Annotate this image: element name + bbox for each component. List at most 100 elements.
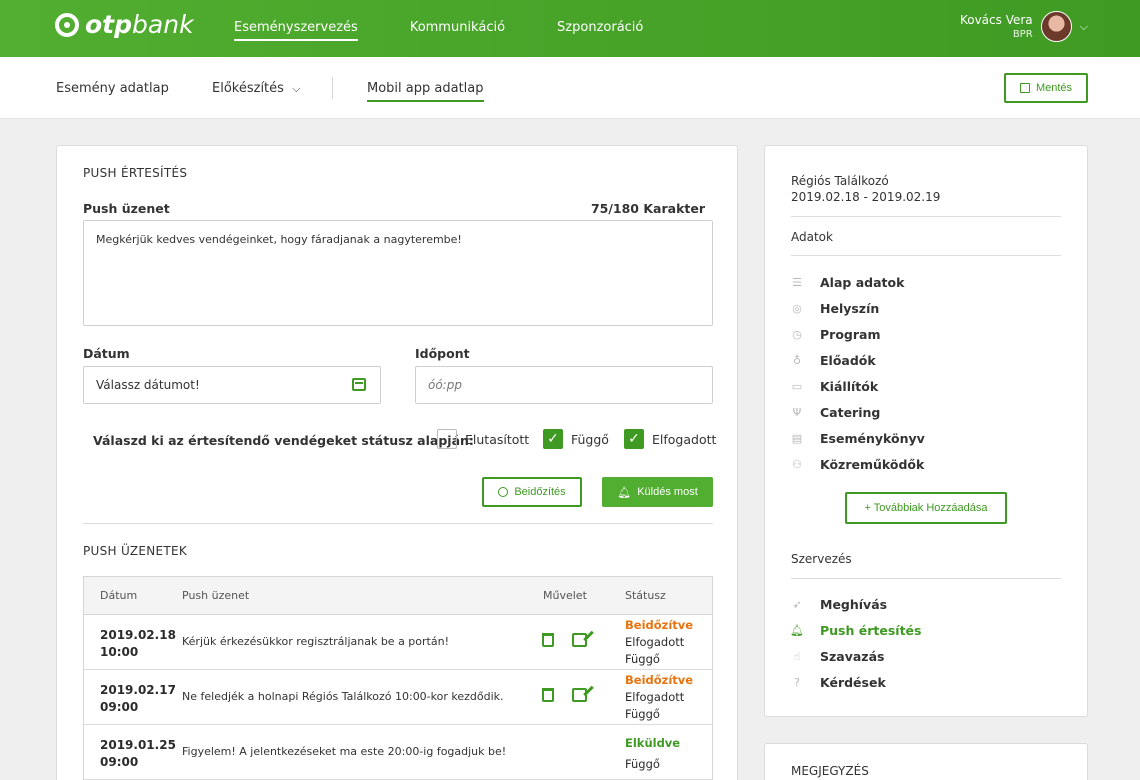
logo-text-light: bank <box>132 10 194 39</box>
briefcase-icon: ▭ <box>791 379 803 393</box>
organization-menu: ➶ Meghívás 🔔︎ Push értesítés ☝ Szavazás ? Ké… <box>790 591 1063 695</box>
sidebar-item-label: Kiállítók <box>820 378 879 394</box>
row-group: Elfogadott <box>625 635 685 649</box>
logo-text-bold: otp <box>85 10 133 39</box>
push-notification-card: PUSH ÉRTESÍTÉS Push üzenet 75/180 Karakt… <box>56 145 738 780</box>
push-message-label: Push üzenet <box>83 201 170 216</box>
sidebar-divider <box>791 255 1061 256</box>
sidebar-item-venue[interactable]: ◎ Helyszín <box>791 295 1063 321</box>
sidebar-item-speakers[interactable]: ♁ Előadók <box>791 347 1063 373</box>
checkmark-icon[interactable]: ✓ <box>624 429 644 449</box>
table-row[interactable]: 2019.02.18 10:00 Kérjük érkezésükkor regi… <box>84 615 712 670</box>
tab-mobile-app-datasheet[interactable]: Mobil app adatlap <box>367 81 484 102</box>
trash-icon[interactable] <box>542 633 554 647</box>
trash-icon[interactable] <box>542 688 554 702</box>
sidebar-item-exhibitors[interactable]: ▭ Kiállítók <box>791 373 1063 399</box>
nav-item-sponsorship[interactable]: Szponzoráció <box>557 20 643 41</box>
char-counter: 75/180 Karakter <box>590 201 705 216</box>
sidebar-item-eventbook[interactable]: ▤ Eseménykönyv <box>791 425 1063 451</box>
row-date: 2019.02.18 <box>100 628 176 642</box>
row-time: 10:00 <box>100 645 139 659</box>
schedule-button[interactable]: Beidőzítés <box>482 477 582 507</box>
question-icon: ? <box>794 675 800 689</box>
status-filter-label: Válaszd ki az értesítendő vendégeket stá… <box>93 433 474 448</box>
table-row[interactable]: 2019.01.25 09:00 Figyelem! A jelentkezése… <box>84 725 712 780</box>
event-sidebar-card: Régiós Találkozó 2019.02.18 - 2019.02.19… <box>764 145 1088 717</box>
sidebar-item-questions[interactable]: ? Kérdések <box>791 669 1063 695</box>
cutlery-icon: Ψ <box>792 405 802 419</box>
push-section-title: PUSH ÉRTESÍTÉS <box>83 166 188 180</box>
push-messages-title: PUSH ÜZENETEK <box>83 544 188 558</box>
sidebar-item-label: Meghívás <box>820 596 888 612</box>
checkbox-rejected[interactable]: Elutasított <box>437 429 529 449</box>
checkbox-rejected-box[interactable] <box>437 429 457 449</box>
checkmark-icon[interactable]: ✓ <box>543 429 563 449</box>
list-icon: ☰ <box>792 275 802 289</box>
floppy-disk-icon <box>1019 83 1030 93</box>
event-name: Régiós Találkozó <box>791 174 889 188</box>
user-role: BPR <box>1012 29 1033 40</box>
bell-icon: 🔔︎ <box>790 623 804 637</box>
row-group: Függő <box>625 652 660 666</box>
organization-heading: Szervezés <box>791 552 852 566</box>
sidebar-item-voting[interactable]: ☝ Szavazás <box>791 643 1063 669</box>
checkbox-accepted[interactable]: ✓ Elfogadott <box>624 429 716 449</box>
chevron-down-icon: ⌵ <box>292 82 301 95</box>
nav-item-eventorganization[interactable]: Eseményszervezés <box>234 20 358 41</box>
col-status: Státusz <box>625 589 666 602</box>
tab-preparation-label: Előkészítés <box>212 81 284 96</box>
send-now-button[interactable]: 🔔︎ Küldés most <box>602 477 713 507</box>
col-action: Művelet <box>543 589 587 602</box>
row-date: 2019.02.17 <box>100 683 176 697</box>
thumbs-up-icon: ☝ <box>793 649 801 663</box>
edit-icon[interactable] <box>572 633 587 647</box>
add-more-button[interactable]: + Továbbiak Hozzáadása <box>845 492 1007 524</box>
tab-preparation[interactable]: Előkészítés ⌵ <box>212 81 300 96</box>
edit-icon[interactable] <box>572 688 587 702</box>
push-message-textarea[interactable]: Megkérjük kedves vendégeinket, hogy fára… <box>83 220 713 326</box>
data-heading: Adatok <box>791 230 833 244</box>
date-input[interactable]: Válassz dátumot! <box>83 366 381 404</box>
row-time: 09:00 <box>100 755 139 769</box>
data-menu: ☰ Alap adatok ◎ Helyszín ◷ Program ♁ Előadók… <box>791 269 1063 477</box>
row-group: Elfogadott <box>625 690 685 704</box>
sidebar-item-label: Program <box>820 326 881 342</box>
sidebar-item-invitation[interactable]: ➶ Meghívás <box>791 591 1063 617</box>
checkbox-accepted-label: Elfogadott <box>652 431 717 447</box>
sidebar-item-label: Szavazás <box>820 648 885 664</box>
sidebar-item-program[interactable]: ◷ Program <box>791 321 1063 347</box>
otpbank-logo[interactable]: otp bank <box>55 10 194 39</box>
sidebar-item-label: Push értesítés <box>820 622 922 638</box>
clock-icon <box>498 487 509 497</box>
sidebar-item-basic-data[interactable]: ☰ Alap adatok <box>791 269 1063 295</box>
save-button-label: Mentés <box>1035 82 1073 94</box>
user-name: Kovács Vera <box>959 13 1033 27</box>
row-message: Kérjük érkezésükkor regisztráljanak be a… <box>182 635 449 648</box>
time-placeholder: óó:pp <box>428 378 462 392</box>
calendar-icon[interactable] <box>352 378 366 391</box>
table-row[interactable]: 2019.02.17 09:00 Ne feledjék a holnapi Ré… <box>84 670 712 725</box>
row-time: 09:00 <box>100 700 139 714</box>
date-label: Dátum <box>83 346 130 361</box>
otp-logo-icon <box>55 12 79 37</box>
schedule-button-label: Beidőzítés <box>514 486 566 498</box>
sidebar-item-push-notification[interactable]: 🔔︎ Push értesítés <box>790 617 1063 643</box>
sidebar-item-label: Catering <box>820 404 881 420</box>
nav-item-communication[interactable]: Kommunikáció <box>410 20 505 41</box>
sidebar-item-label: Közreműködők <box>820 456 925 472</box>
user-menu[interactable]: Kovács Vera BPR ⌵ <box>960 11 1088 42</box>
sidebar-item-label: Eseménykönyv <box>820 430 925 446</box>
time-input[interactable]: óó:pp <box>415 366 713 404</box>
checkbox-pending[interactable]: ✓ Függő <box>543 429 609 449</box>
status-badge: Beidőzítve <box>625 673 694 687</box>
send-now-button-label: Küldés most <box>637 486 698 498</box>
save-button[interactable]: Mentés <box>1004 73 1088 103</box>
sidebar-item-contributors[interactable]: ⚇ Közreműködők <box>791 451 1063 477</box>
people-icon: ⚇ <box>792 457 802 471</box>
tab-event-datasheet[interactable]: Esemény adatlap <box>56 81 169 96</box>
sidebar-divider <box>791 216 1061 217</box>
push-messages-table: Dátum Push üzenet Művelet Státusz 2019.0… <box>83 576 713 780</box>
avatar[interactable] <box>1040 11 1072 42</box>
chevron-down-icon[interactable]: ⌵ <box>1080 20 1088 34</box>
sidebar-item-catering[interactable]: Ψ Catering <box>791 399 1063 425</box>
